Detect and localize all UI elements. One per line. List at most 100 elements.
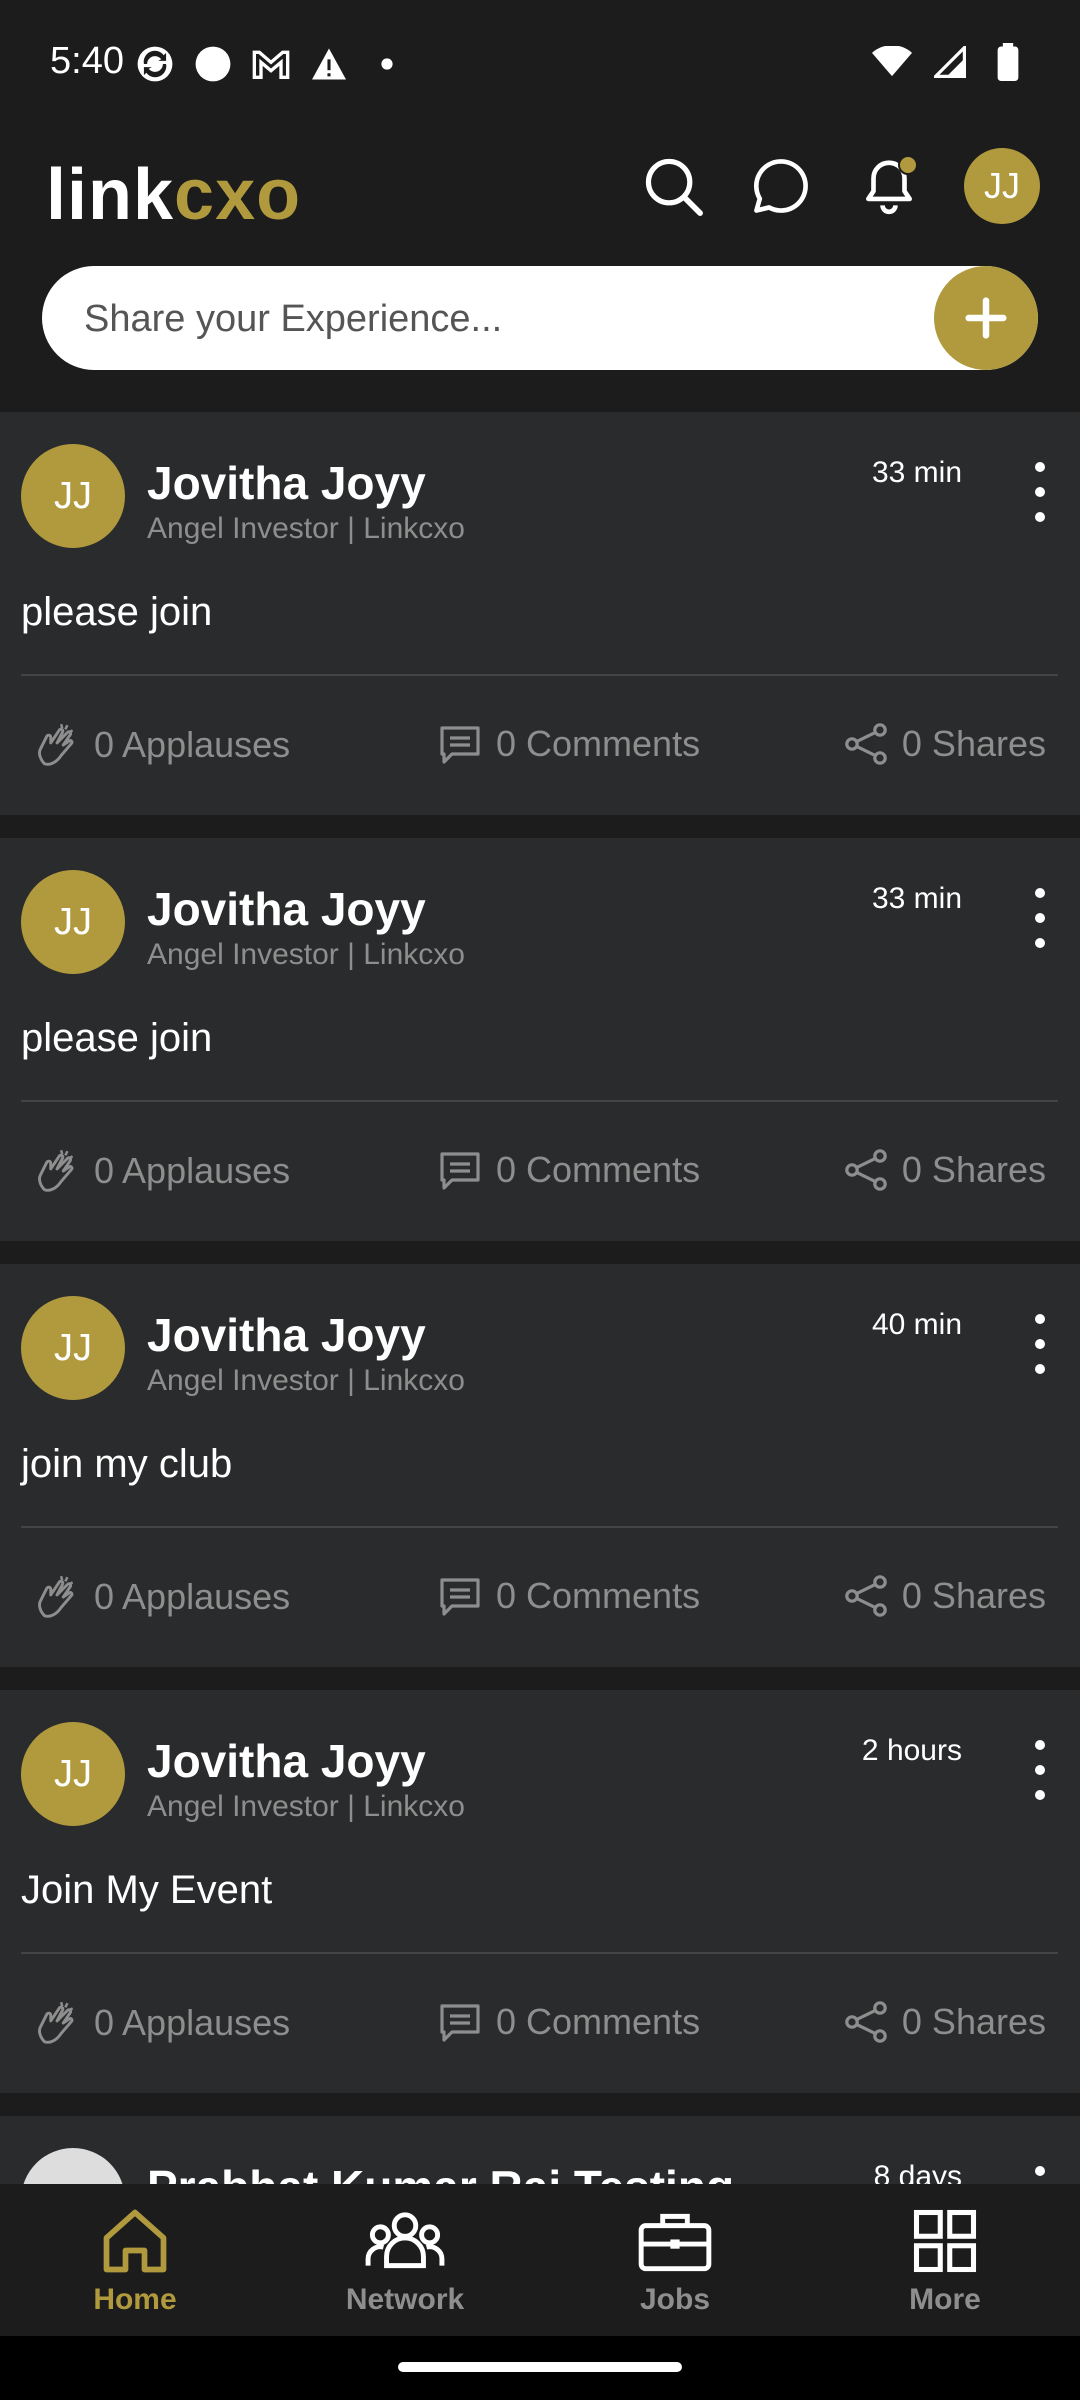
post-card[interactable]: JJ Jovitha Joyy Angel Investor | Linkcxo… <box>0 1264 1080 1667</box>
applause-count: 0 Applauses <box>94 724 291 765</box>
status-bar: 5:40 <box>0 0 1080 130</box>
messages-button[interactable] <box>748 153 814 219</box>
share-button[interactable]: 0 Shares <box>842 1572 1046 1620</box>
share-button[interactable]: 0 Shares <box>842 1998 1046 2046</box>
post-text: Join My Event <box>21 1868 273 1912</box>
nav-more[interactable]: More <box>810 2184 1080 2336</box>
network-icon <box>365 2212 445 2269</box>
post-card[interactable]: JJ Jovitha Joyy Angel Investor | Linkcxo… <box>0 838 1080 1241</box>
post-text: join my club <box>21 1442 233 1486</box>
status-notification-icons <box>135 44 407 84</box>
post-divider <box>21 1952 1058 1954</box>
clap-icon <box>38 2001 74 2044</box>
applause-count: 0 Applauses <box>94 1150 291 1191</box>
add-post-button[interactable] <box>934 266 1038 370</box>
status-time: 5:40 <box>50 40 124 82</box>
post-actions: 0 Applauses 0 Comments 0 Shares <box>0 1998 1080 2058</box>
applause-button[interactable]: 0 Applauses <box>32 1572 290 1622</box>
linkcxo-logo[interactable]: linkcxo <box>46 154 301 236</box>
post-timestamp: 33 min <box>871 456 962 489</box>
post-author-name[interactable]: Jovitha Joyy <box>147 882 426 936</box>
warning-icon <box>309 44 349 84</box>
applause-button[interactable]: 0 Applauses <box>32 1998 290 2048</box>
post-feed[interactable]: JJ Jovitha Joyy Angel Investor | Linkcxo… <box>0 412 1080 2219</box>
post-author-avatar[interactable]: JJ <box>21 870 125 974</box>
notifications-button[interactable] <box>856 153 922 219</box>
search-icon <box>645 158 703 216</box>
search-button[interactable] <box>640 153 706 219</box>
post-actions: 0 Applauses 0 Comments 0 Shares <box>0 1146 1080 1206</box>
share-icon <box>845 1149 887 1191</box>
clap-icon <box>38 723 74 766</box>
comments-count: 0 Comments <box>496 1149 701 1190</box>
share-button[interactable]: 0 Shares <box>842 1146 1046 1194</box>
post-card[interactable]: JJ Jovitha Joyy Angel Investor | Linkcxo… <box>0 1690 1080 2093</box>
post-author-role: Angel Investor | Linkcxo <box>147 1790 465 1823</box>
shares-count: 0 Shares <box>901 2001 1046 2042</box>
post-timestamp: 2 hours <box>861 1734 962 1767</box>
gesture-handle[interactable] <box>398 2362 682 2372</box>
post-divider <box>21 674 1058 676</box>
shares-count: 0 Shares <box>901 723 1046 764</box>
applause-button[interactable]: 0 Applauses <box>32 1146 290 1196</box>
profile-avatar[interactable]: JJ <box>964 148 1040 224</box>
comments-button[interactable]: 0 Comments <box>436 1572 700 1620</box>
post-more-options-icon[interactable] <box>1028 888 1052 948</box>
post-author-role: Angel Investor | Linkcxo <box>147 938 465 971</box>
applause-count: 0 Applauses <box>94 1576 291 1617</box>
nav-more-label: More <box>909 2283 981 2316</box>
bottom-navigation: Home Network Jobs More <box>0 2184 1080 2336</box>
post-text: please join <box>21 590 213 634</box>
nav-jobs[interactable]: Jobs <box>540 2184 810 2336</box>
comments-count: 0 Comments <box>496 2001 701 2042</box>
notification-badge <box>898 155 918 175</box>
post-author-name[interactable]: Jovitha Joyy <box>147 1308 426 1362</box>
post-more-options-icon[interactable] <box>1028 462 1052 522</box>
plus-icon <box>965 297 1007 339</box>
wifi-icon <box>872 42 912 82</box>
status-system-icons <box>872 42 1028 82</box>
logo-text-left: link <box>46 155 175 235</box>
logo-text-right: cxo <box>174 155 302 235</box>
comments-button[interactable]: 0 Comments <box>436 1998 700 2046</box>
comment-icon <box>440 1152 480 1190</box>
post-timestamp: 40 min <box>871 1308 962 1341</box>
battery-icon <box>988 42 1028 82</box>
share-icon <box>845 2001 887 2043</box>
share-button[interactable]: 0 Shares <box>842 720 1046 768</box>
post-more-options-icon[interactable] <box>1028 1740 1052 1800</box>
home-icon <box>103 2209 167 2273</box>
circle-icon <box>193 44 233 84</box>
comment-icon <box>440 2004 480 2042</box>
share-experience-input[interactable]: Share your Experience... <box>42 266 1038 370</box>
post-author-name[interactable]: Jovitha Joyy <box>147 456 426 510</box>
post-author-avatar[interactable]: JJ <box>21 1722 125 1826</box>
post-author-name[interactable]: Jovitha Joyy <box>147 1734 426 1788</box>
post-actions: 0 Applauses 0 Comments 0 Shares <box>0 720 1080 780</box>
post-divider <box>21 1100 1058 1102</box>
post-more-options-icon[interactable] <box>1028 1314 1052 1374</box>
comments-button[interactable]: 0 Comments <box>436 1146 700 1194</box>
chat-bubble-icon <box>754 159 808 213</box>
share-placeholder: Share your Experience... <box>84 298 503 340</box>
comment-icon <box>440 726 480 764</box>
post-author-avatar[interactable]: JJ <box>21 1296 125 1400</box>
applause-button[interactable]: 0 Applauses <box>32 720 290 770</box>
comments-count: 0 Comments <box>496 723 701 764</box>
post-timestamp: 33 min <box>871 882 962 915</box>
nav-network[interactable]: Network <box>270 2184 540 2336</box>
comments-button[interactable]: 0 Comments <box>436 720 700 768</box>
shares-count: 0 Shares <box>901 1575 1046 1616</box>
post-author-avatar[interactable]: JJ <box>21 444 125 548</box>
share-icon <box>845 723 887 765</box>
post-actions: 0 Applauses 0 Comments 0 Shares <box>0 1572 1080 1632</box>
post-card[interactable]: JJ Jovitha Joyy Angel Investor | Linkcxo… <box>0 412 1080 815</box>
applause-count: 0 Applauses <box>94 2002 291 2043</box>
nav-home[interactable]: Home <box>0 2184 270 2336</box>
sync-icon <box>135 44 175 84</box>
share-icon <box>845 1575 887 1617</box>
clap-icon <box>38 1575 74 1618</box>
app-header: linkcxo JJ Share your Experience... <box>0 130 1080 410</box>
system-gesture-area <box>0 2336 1080 2400</box>
post-author-role: Angel Investor | Linkcxo <box>147 1364 465 1397</box>
